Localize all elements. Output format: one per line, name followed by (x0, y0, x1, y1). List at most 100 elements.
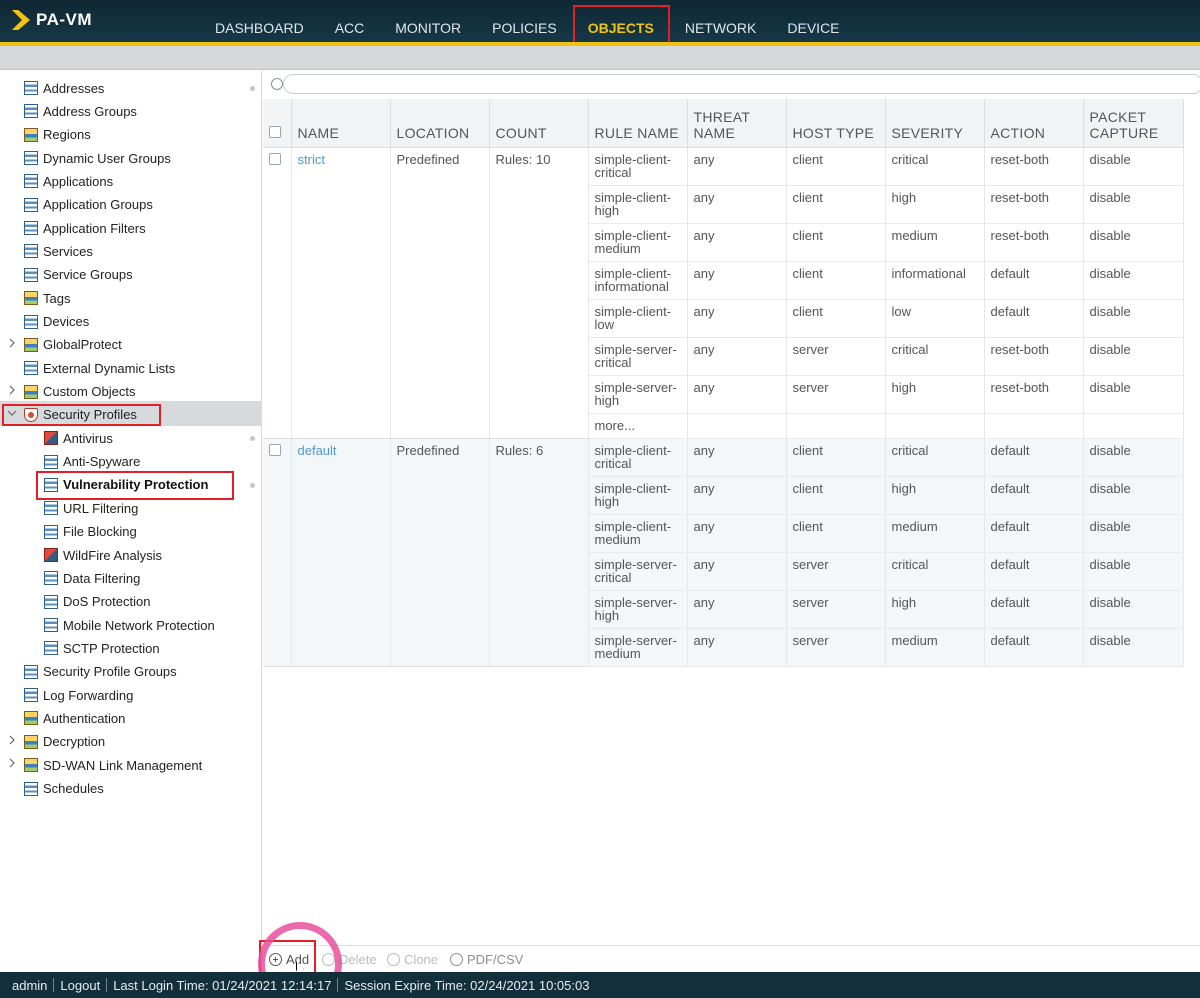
nav-tab-network[interactable]: NETWORK (670, 0, 773, 42)
sidebar-item-custom-objects[interactable]: Custom Objects (24, 381, 135, 403)
file-blocking-icon (44, 524, 58, 539)
profile-location: Predefined (396, 442, 460, 458)
more-rules-link[interactable]: more... (588, 413, 688, 439)
sidebar-item-wildfire-analysis[interactable]: WildFire Analysis (44, 544, 162, 566)
sidebar-item-address-groups[interactable]: Address Groups (24, 100, 137, 122)
table-row[interactable]: default Predefined Rules: 6 simple-client-c… (263, 438, 1184, 667)
sidebar-item-label: Schedules (43, 781, 104, 796)
row-checkbox[interactable] (269, 152, 281, 165)
sidebar-item-log-forwarding[interactable]: Log Forwarding (24, 684, 133, 706)
column-header-threat-name[interactable]: THREAT NAME (687, 99, 787, 148)
sidebar-item-mobile-network-protection[interactable]: Mobile Network Protection (44, 614, 215, 636)
session-expire-time: Session Expire Time: 02/24/2021 10:05:03 (344, 977, 590, 993)
sidebar-item-dos-protection[interactable]: DoS Protection (44, 591, 150, 613)
sidebar-item-schedules[interactable]: Schedules (24, 778, 104, 800)
nav-tab-policies[interactable]: POLICIES (477, 0, 573, 42)
sidebar-item-services[interactable]: Services (24, 240, 93, 262)
address-group-icon (24, 104, 38, 119)
chevron-right-icon[interactable] (7, 758, 17, 771)
rule-name-cell: simple-client-low (588, 299, 688, 338)
nav-tab-device[interactable]: DEVICE (772, 0, 855, 42)
sidebar-item-devices[interactable]: Devices (24, 311, 89, 333)
app-logo[interactable]: PA-VM (12, 10, 92, 30)
action-cell: reset-both (984, 185, 1084, 224)
severity-cell: medium (885, 514, 985, 553)
rule-name-cell: simple-server-high (588, 375, 688, 414)
tag-icon (24, 291, 38, 306)
sidebar-item-globalprotect[interactable]: GlobalProtect (24, 334, 122, 356)
empty-cell (1083, 413, 1184, 439)
sidebar-item-sd-wan-link-management[interactable]: SD-WAN Link Management (24, 754, 202, 776)
chevron-right-icon[interactable] (7, 338, 17, 351)
application-filter-icon (24, 221, 38, 236)
sidebar-item-dynamic-user-groups[interactable]: Dynamic User Groups (24, 147, 171, 169)
sidebar-item-label: Applications (43, 173, 114, 189)
column-header-count[interactable]: COUNT (489, 99, 589, 148)
sidebar-item-url-filtering[interactable]: URL Filtering (44, 497, 138, 519)
nav-tab-dashboard[interactable]: DASHBOARD (200, 0, 320, 42)
location-cell: Predefined (390, 147, 490, 439)
packet-capture-cell: disable (1083, 514, 1184, 553)
rule-name-cell: simple-client-critical (588, 438, 688, 477)
sidebar-item-addresses[interactable]: Addresses (24, 77, 104, 99)
packet-capture-cell: disable (1083, 476, 1184, 515)
logout-link[interactable]: Logout (54, 978, 106, 993)
packet-capture-cell: disable (1083, 223, 1184, 262)
column-header-severity[interactable]: SEVERITY (885, 99, 985, 148)
column-header-location[interactable]: LOCATION (390, 99, 490, 148)
column-header-rule-name[interactable]: RULE NAME (588, 99, 688, 148)
sidebar-item-tags[interactable]: Tags (24, 287, 70, 309)
profile-name-link[interactable]: strict (298, 152, 325, 167)
nav-tab-monitor[interactable]: MONITOR (380, 0, 477, 42)
sidebar-item-label: SCTP Protection (63, 640, 160, 656)
sidebar-item-data-filtering[interactable]: Data Filtering (44, 567, 140, 589)
host-type-cell: server (786, 375, 886, 414)
pdf-csv-button[interactable]: PDF/CSV (450, 952, 523, 967)
sidebar-item-applications[interactable]: Applications (24, 170, 113, 192)
packet-capture-cell: disable (1083, 147, 1184, 186)
select-all-checkbox[interactable] (269, 125, 281, 138)
clone-icon (387, 953, 400, 966)
column-header-host-type[interactable]: HOST TYPE (786, 99, 886, 148)
service-icon (24, 244, 38, 259)
filter-input[interactable] (283, 74, 1200, 94)
sidebar-item-decryption[interactable]: Decryption (24, 731, 105, 753)
sidebar-item-antivirus[interactable]: Antivirus (44, 427, 113, 449)
empty-cell (786, 413, 886, 439)
severity-cell: low (885, 299, 985, 338)
sidebar-item-sctp-protection[interactable]: SCTP Protection (44, 637, 160, 659)
column-header-packet-capture[interactable]: PACKET CAPTURE (1083, 99, 1184, 148)
sidebar-item-anti-spyware[interactable]: Anti-Spyware (44, 451, 140, 473)
clone-button[interactable]: Clone (387, 952, 438, 967)
sidebar-item-application-groups[interactable]: Application Groups (24, 194, 153, 216)
action-cell: default (984, 514, 1084, 553)
rule-name-cell: simple-client-critical (588, 147, 688, 186)
sidebar-item-security-profile-groups[interactable]: Security Profile Groups (24, 661, 177, 683)
severity-cell: high (885, 375, 985, 414)
sidebar-item-external-dynamic-lists[interactable]: External Dynamic Lists (24, 357, 175, 379)
nav-tab-objects[interactable]: OBJECTS (572, 0, 670, 42)
table-row[interactable]: strict Predefined Rules: 10 simple-client-c… (263, 147, 1184, 439)
packet-capture-cell: disable (1083, 261, 1184, 300)
chevron-right-icon[interactable] (7, 735, 17, 748)
host-type-cell: client (786, 223, 886, 262)
chevron-right-icon[interactable] (7, 385, 17, 398)
sidebar-item-file-blocking[interactable]: File Blocking (44, 521, 137, 543)
sidebar-item-label: Authentication (43, 710, 126, 726)
row-checkbox[interactable] (269, 443, 281, 456)
severity-cell: critical (885, 147, 985, 186)
column-header-action[interactable]: ACTION (984, 99, 1084, 148)
column-header-name[interactable]: NAME (291, 99, 391, 148)
sub-toolbar (0, 46, 1200, 70)
sidebar-item-application-filters[interactable]: Application Filters (24, 217, 146, 239)
rule-count: Rules: 10 (495, 151, 551, 167)
sidebar-item-regions[interactable]: Regions (24, 124, 91, 146)
nav-tab-acc[interactable]: ACC (320, 0, 381, 42)
sidebar-item-authentication[interactable]: Authentication (24, 707, 125, 729)
host-type-cell: client (786, 185, 886, 224)
sidebar-item-service-groups[interactable]: Service Groups (24, 264, 133, 286)
sidebar-item-label: Antivirus (63, 430, 113, 446)
anti-spyware-icon (44, 454, 58, 469)
main-nav: DASHBOARD ACC MONITOR POLICIES OBJECTS NETWOR… (200, 0, 856, 42)
profile-name-link[interactable]: default (298, 443, 337, 458)
